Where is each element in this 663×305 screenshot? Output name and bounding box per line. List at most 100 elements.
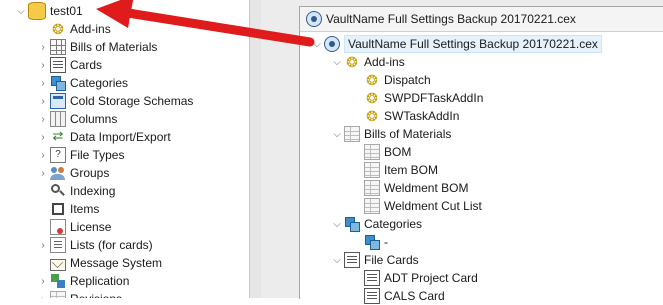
leaf-label: SWTaskAddIn bbox=[384, 109, 460, 123]
tree-item-label: Groups bbox=[70, 166, 110, 180]
tree-item-data-import-export[interactable]: › Data Import/Export bbox=[36, 128, 171, 146]
puzzle-icon: ❂ bbox=[52, 21, 64, 37]
chevron-down-icon[interactable]: ⌵ bbox=[330, 215, 344, 233]
chevron-right-icon[interactable]: › bbox=[36, 290, 50, 299]
tree-item-indexing[interactable]: Indexing bbox=[36, 182, 115, 200]
chevron-down-icon[interactable]: ⌵ bbox=[330, 53, 344, 71]
backup-leaf-cals-card[interactable]: CALS Card bbox=[364, 287, 445, 305]
leaf-label: - bbox=[384, 235, 388, 249]
revisions-icon bbox=[50, 291, 66, 298]
categories-icon bbox=[344, 216, 360, 232]
categories-icon bbox=[364, 234, 380, 250]
puzzle-icon: ❂ bbox=[366, 108, 378, 124]
backup-root-label: VaultName Full Settings Backup 20170221.… bbox=[344, 35, 602, 53]
columns-icon bbox=[50, 111, 66, 127]
chevron-down-icon[interactable]: ⌵ bbox=[330, 251, 344, 269]
database-icon bbox=[28, 2, 46, 20]
tree-root-label: test01 bbox=[50, 4, 83, 18]
chevron-right-icon[interactable]: › bbox=[36, 146, 50, 164]
chevron-down-icon[interactable]: ⌵ bbox=[310, 35, 324, 53]
file-types-icon: ? bbox=[50, 147, 66, 163]
card-icon bbox=[364, 288, 380, 304]
vault-admin-tree: ⌵ test01 ❂ Add-ins › Bills of Materials … bbox=[0, 0, 249, 298]
leaf-label: Weldment Cut List bbox=[384, 199, 482, 213]
chevron-right-icon[interactable]: › bbox=[36, 38, 50, 56]
tree-item-message-system[interactable]: Message System bbox=[36, 254, 162, 272]
content-panel: VaultName Full Settings Backup 20170221.… bbox=[261, 0, 663, 304]
groups-icon bbox=[50, 165, 66, 181]
tree-item-label: Message System bbox=[70, 256, 163, 270]
bom-grid-icon bbox=[50, 39, 66, 55]
tree-item-add-ins[interactable]: ❂ Add-ins bbox=[36, 20, 111, 38]
chevron-down-icon[interactable]: ⌵ bbox=[14, 2, 28, 20]
bom-grid-icon bbox=[364, 144, 380, 160]
window-title: VaultName Full Settings Backup 20170221.… bbox=[326, 12, 576, 26]
leaf-label: Item BOM bbox=[384, 163, 439, 177]
message-icon bbox=[50, 259, 66, 271]
backup-node-add-ins[interactable]: ⌵ ❂ Add-ins bbox=[330, 53, 404, 71]
chevron-right-icon[interactable]: › bbox=[36, 92, 50, 110]
tree-root-vault[interactable]: ⌵ test01 bbox=[14, 2, 83, 20]
backup-node-categories[interactable]: ⌵ Categories bbox=[330, 215, 422, 233]
chevron-right-icon[interactable]: › bbox=[36, 128, 50, 146]
tree-item-cold-storage-schemas[interactable]: › Cold Storage Schemas bbox=[36, 92, 193, 110]
backup-leaf-weldment-bom[interactable]: Weldment BOM bbox=[364, 179, 468, 197]
tree-item-label: File Types bbox=[70, 148, 125, 162]
backup-leaf-adt-project-card[interactable]: ADT Project Card bbox=[364, 269, 478, 287]
tree-item-label: Items bbox=[70, 202, 100, 216]
puzzle-icon: ❂ bbox=[346, 54, 358, 70]
card-icon bbox=[364, 270, 380, 286]
backup-file-window: VaultName Full Settings Backup 20170221.… bbox=[299, 6, 663, 304]
vault-icon bbox=[306, 11, 322, 27]
backup-tree-root[interactable]: ⌵ VaultName Full Settings Backup 2017022… bbox=[310, 35, 602, 53]
chevron-down-icon[interactable]: ⌵ bbox=[330, 125, 344, 143]
backup-leaf-swpdftaskaddin[interactable]: ❂ SWPDFTaskAddIn bbox=[364, 89, 483, 107]
leaf-label: Weldment BOM bbox=[384, 181, 469, 195]
window-title-bar[interactable]: VaultName Full Settings Backup 20170221.… bbox=[300, 7, 663, 32]
backup-leaf-swtaskaddin[interactable]: ❂ SWTaskAddIn bbox=[364, 107, 459, 125]
tree-item-label: Cards bbox=[70, 58, 103, 72]
bom-grid-icon bbox=[364, 162, 380, 178]
tree-item-replication[interactable]: › Replication bbox=[36, 272, 129, 290]
tree-item-groups[interactable]: › Groups bbox=[36, 164, 109, 182]
tree-item-label: Data Import/Export bbox=[70, 130, 171, 144]
bom-grid-icon bbox=[364, 180, 380, 196]
tree-item-label: Columns bbox=[70, 112, 118, 126]
indexing-icon bbox=[50, 183, 66, 199]
backup-leaf-item-bom[interactable]: Item BOM bbox=[364, 161, 438, 179]
tree-item-license[interactable]: License bbox=[36, 218, 111, 236]
backup-node-file-cards[interactable]: ⌵ File Cards bbox=[330, 251, 419, 269]
tree-item-label: Add-ins bbox=[70, 22, 111, 36]
vault-icon bbox=[324, 36, 340, 52]
tree-item-lists-for-cards[interactable]: › Lists (for cards) bbox=[36, 236, 153, 254]
chevron-right-icon[interactable]: › bbox=[36, 56, 50, 74]
leaf-label: SWPDFTaskAddIn bbox=[384, 91, 484, 105]
chevron-right-icon[interactable]: › bbox=[36, 74, 50, 92]
backup-leaf-bom[interactable]: BOM bbox=[364, 143, 411, 161]
tree-item-bills-of-materials[interactable]: › Bills of Materials bbox=[36, 38, 157, 56]
import-export-icon bbox=[50, 128, 66, 145]
tree-item-categories[interactable]: › Categories bbox=[36, 74, 128, 92]
tree-item-label: Indexing bbox=[70, 184, 116, 198]
categories-icon bbox=[50, 75, 66, 91]
tree-item-items[interactable]: Items bbox=[36, 200, 99, 218]
backup-leaf-dispatch[interactable]: ❂ Dispatch bbox=[364, 71, 431, 89]
backup-node-bills-of-materials[interactable]: ⌵ Bills of Materials bbox=[330, 125, 451, 143]
chevron-right-icon[interactable]: › bbox=[36, 164, 50, 182]
lists-icon bbox=[50, 237, 66, 253]
tree-item-revisions[interactable]: › Revisions bbox=[36, 290, 122, 298]
tree-item-label: Cold Storage Schemas bbox=[70, 94, 194, 108]
node-label: File Cards bbox=[364, 253, 419, 267]
node-label: Categories bbox=[364, 217, 423, 231]
tree-item-columns[interactable]: › Columns bbox=[36, 110, 117, 128]
tree-item-label: Bills of Materials bbox=[70, 40, 158, 54]
chevron-right-icon[interactable]: › bbox=[36, 236, 50, 254]
tree-item-cards[interactable]: › Cards bbox=[36, 56, 102, 74]
tree-item-file-types[interactable]: › ? File Types bbox=[36, 146, 124, 164]
chevron-right-icon[interactable]: › bbox=[36, 272, 50, 290]
backup-leaf-weldment-cut-list[interactable]: Weldment Cut List bbox=[364, 197, 482, 215]
tree-item-label: Lists (for cards) bbox=[70, 238, 153, 252]
chevron-right-icon[interactable]: › bbox=[36, 110, 50, 128]
backup-leaf-category-dash[interactable]: - bbox=[364, 233, 388, 251]
card-icon bbox=[50, 57, 66, 73]
